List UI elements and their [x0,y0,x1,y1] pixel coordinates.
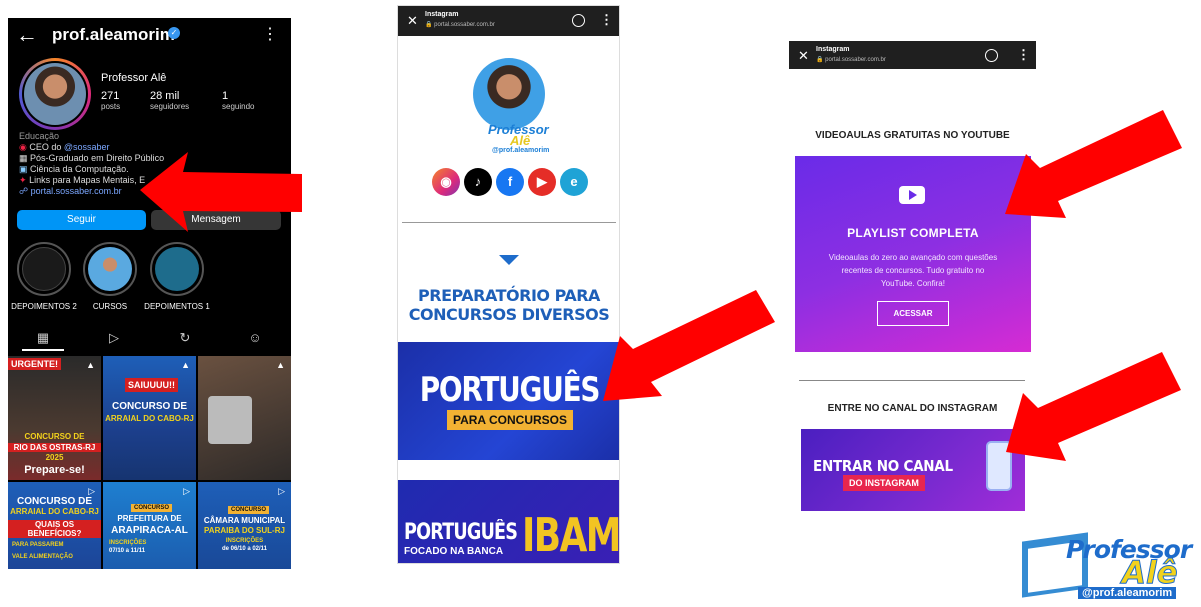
pushpin-icon: ✦ [19,175,27,185]
portal-links-screenshot: ✕ Instagram 🔒 portal.sossaber.com.br ⋮ V… [789,41,1036,519]
facebook-icon[interactable]: f [496,168,524,196]
target-icon: ◉ [19,142,27,152]
youtube-icon[interactable]: ▶ [528,168,556,196]
browser-url[interactable]: 🔒 portal.sossaber.com.br [425,21,495,28]
instagram-profile-screenshot: ← prof.aleamorim ✓ ⋮ Professor Alê 271 p… [8,18,291,569]
back-arrow-icon[interactable]: ← [16,22,38,48]
portugues-ibam-banner[interactable]: PORTUGUÊS FOCADO NA BANCA IBAM [398,480,619,563]
profile-handle: prof.aleamorim [52,25,175,44]
instagram-icon[interactable]: ◉ [432,168,460,196]
followers-count[interactable]: 28 mil seguidores [150,90,189,111]
reel-icon: ▷ [278,486,285,496]
more-options-icon[interactable]: ⋮ [600,12,613,28]
profile-bio: Educação ◉ CEO do @sossaber ▦ Pós-Gradua… [19,131,219,197]
post-tile[interactable]: ▲ [198,356,291,480]
more-options-icon[interactable]: ⋮ [1017,47,1030,63]
reels-icon[interactable]: ▷ [104,330,124,346]
page-speed-icon[interactable] [572,14,585,27]
divider [402,222,616,223]
verified-badge-icon: ✓ [168,27,180,39]
browser-tab-title: Instagram [816,46,850,53]
post-tile[interactable]: ▷ CONCURSO PREFEITURA DE ARAPIRACA-AL IN… [103,482,196,569]
acessar-button[interactable]: ACESSAR [877,301,949,326]
divider [799,380,1025,381]
youtube-playlist-card: PLAYLIST COMPLETA Videoaulas do zero ao … [795,156,1031,352]
mention-link[interactable]: @sossaber [64,142,110,152]
section-title: PREPARATÓRIO PARA CONCURSOS DIVERSOS [408,286,610,324]
reel-icon: ▷ [183,486,190,496]
posts-count[interactable]: 271 posts [101,90,120,111]
highlight-cursos[interactable]: CURSOS [75,242,145,311]
instagram-section-heading: ENTRE NO CANAL DO INSTAGRAM [827,403,998,414]
follow-button[interactable]: Seguir [17,210,146,230]
browser-toolbar: ✕ Instagram 🔒 portal.sossaber.com.br ⋮ [398,6,619,36]
portugues-course-banner[interactable]: PORTUGUÊS PARA CONCURSOS [398,342,619,460]
post-tile[interactable]: ▷ CONCURSO DE ARRAIAL DO CABO-RJ QUAIS O… [8,482,101,569]
highlight-depoimentos-2[interactable]: DEPOIMENTOS 2 [9,242,79,311]
tiktok-icon[interactable]: ♪ [464,168,492,196]
browser-toolbar: ✕ Instagram 🔒 portal.sossaber.com.br ⋮ [789,41,1036,69]
phone-illustration [986,441,1012,491]
profile-avatar[interactable] [19,58,91,130]
playlist-title: PLAYLIST COMPLETA [847,226,979,240]
bio-website-link[interactable]: ☍ portal.sossaber.com.br [19,186,219,197]
grid-icon[interactable]: ▦ [33,330,53,346]
page-speed-icon[interactable] [985,49,998,62]
playlist-description: Videoaulas do zero ao avançado com quest… [828,253,998,288]
pin-icon: ▲ [276,360,285,370]
logo-word-ale: Alê [510,133,531,148]
chevron-down-icon [499,255,519,265]
profile-top-bar: ← prof.aleamorim ✓ ⋮ [8,18,291,52]
professor-ale-logo: Professor Alê @prof.aleamorim [1018,529,1198,605]
portal-home-screenshot: ✕ Instagram 🔒 portal.sossaber.com.br ⋮ P… [397,5,620,564]
youtube-section-heading: VIDEOAULAS GRATUITAS NO YOUTUBE [815,130,1010,141]
red-arrow-portugues [603,290,775,401]
logo-handle: @prof.aleamorim [492,147,550,154]
browser-tab-title: Instagram [425,11,459,18]
website-icon[interactable]: e [560,168,588,196]
more-options-icon[interactable]: ⋮ [262,24,278,44]
close-icon[interactable]: ✕ [407,13,418,29]
reposts-icon[interactable]: ↻ [175,330,195,346]
link-icon: ☍ [19,186,29,196]
message-button[interactable]: Mensagem [151,210,281,230]
book-icon: ▦ [19,153,28,163]
browser-url[interactable]: 🔒 portal.sossaber.com.br [816,56,886,63]
active-tab-indicator [22,349,64,351]
youtube-award-plaque [208,396,252,444]
post-tile[interactable]: ▷ CONCURSO CÂMARA MUNICIPAL PARAIBA DO S… [198,482,291,569]
professor-avatar [473,58,545,130]
highlight-depoimentos-1[interactable]: DEPOIMENTOS 1 [142,242,212,311]
instagram-channel-banner[interactable]: ENTRAR NO CANAL DO INSTAGRAM [801,429,1025,511]
pin-icon: ▲ [86,360,95,370]
following-count[interactable]: 1 seguindo [222,90,254,111]
computer-icon: ▣ [19,164,28,174]
post-tile[interactable]: SAIUUUU!! ▲ CONCURSO DE ARRAIAL DO CABO-… [103,356,196,480]
tagged-icon[interactable]: ☺ [245,330,265,346]
bio-category: Educação [19,131,60,141]
close-icon[interactable]: ✕ [798,48,809,64]
profile-display-name: Professor Alê [101,72,167,84]
youtube-play-icon [899,186,925,204]
pin-icon: ▲ [181,360,190,370]
post-tile[interactable]: URGENTE! ▲ CONCURSO DE RIO DAS OSTRAS-RJ… [8,356,101,480]
